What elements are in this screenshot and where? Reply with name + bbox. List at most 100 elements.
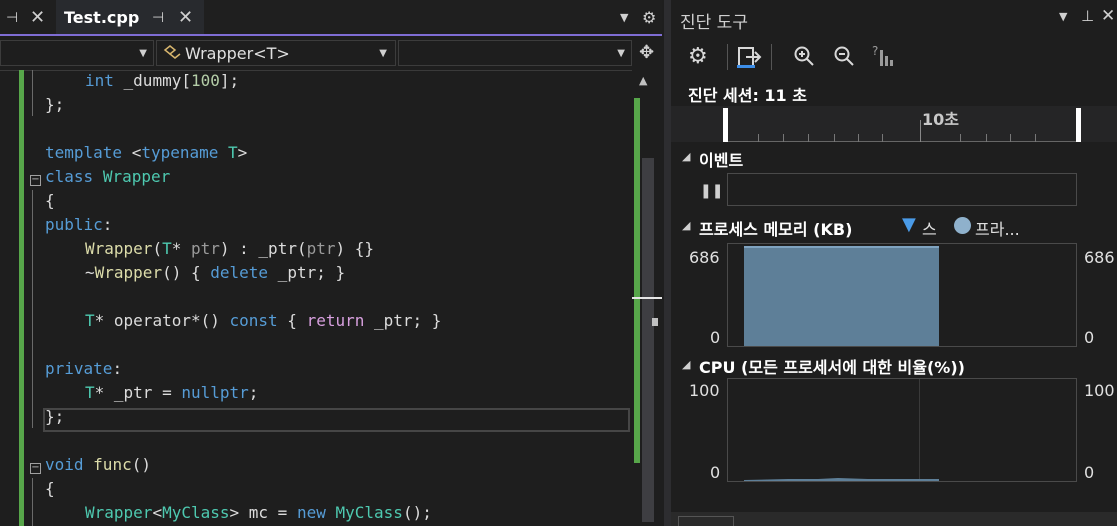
code-token: < xyxy=(122,143,142,162)
tab-summary[interactable] xyxy=(678,516,734,526)
code-token: : xyxy=(102,215,113,234)
code-text: int _dummy[100]; xyxy=(85,70,239,93)
code-line[interactable]: Wrapper(T* ptr) : _ptr(ptr) {} xyxy=(0,237,632,261)
tab-test-cpp[interactable]: Test.cpp ⊣ ✕ xyxy=(56,0,204,34)
events-track[interactable] xyxy=(727,173,1077,206)
selection-start-handle[interactable] xyxy=(723,108,728,142)
collapse-events-icon[interactable]: ◢ xyxy=(682,150,690,163)
code-line[interactable]: }; xyxy=(0,405,632,429)
code-token: < xyxy=(152,503,163,522)
collapse-cpu-icon[interactable]: ◢ xyxy=(682,358,690,371)
panel-bottom-tabs[interactable] xyxy=(671,512,1117,526)
snapshot-legend-icon: ▼ xyxy=(902,214,916,235)
code-line[interactable] xyxy=(0,333,632,357)
vertical-scrollbar[interactable]: ▲ xyxy=(632,70,662,526)
code-line[interactable]: void func() xyxy=(0,453,632,477)
code-token: ( xyxy=(152,239,163,258)
close-icon[interactable]: ✕ xyxy=(178,0,193,36)
tab-accent-line xyxy=(0,34,662,36)
memory-chart[interactable] xyxy=(727,243,1077,347)
code-token: class xyxy=(45,167,94,186)
code-token: MyClass xyxy=(335,503,403,522)
code-token: T xyxy=(162,239,172,258)
memory-axis-min-left: 0 xyxy=(710,328,721,347)
code-line[interactable]: int _dummy[100]; xyxy=(0,70,632,93)
scope-dropdown[interactable]: ▼ xyxy=(0,40,154,66)
code-line[interactable]: class Wrapper xyxy=(0,165,632,189)
code-line[interactable]: private: xyxy=(0,357,632,381)
close-icon[interactable]: ✕ xyxy=(1101,6,1115,26)
code-line[interactable] xyxy=(0,117,632,141)
scroll-up-icon[interactable]: ▲ xyxy=(639,74,647,87)
code-token: delete xyxy=(210,263,269,282)
function-dropdown[interactable]: ▼ xyxy=(398,40,632,66)
pin-icon[interactable]: ⊥ xyxy=(1081,7,1094,25)
memory-axis-max-left: 686 xyxy=(689,248,720,267)
code-token: typename xyxy=(141,143,219,162)
member-dropdown[interactable]: Wrapper<T> ▼ xyxy=(156,40,396,66)
code-token: T xyxy=(228,143,238,162)
code-line[interactable]: template <typename T> xyxy=(0,141,632,165)
select-tools-icon[interactable] xyxy=(737,46,763,68)
code-text: public: xyxy=(45,213,112,237)
close-icon[interactable]: ✕ xyxy=(30,0,45,36)
memory-legend-private: 프라... xyxy=(975,220,1020,239)
code-token: _ptr; } xyxy=(364,311,442,330)
code-token: const xyxy=(229,311,278,330)
pin-icon[interactable]: ⊣ xyxy=(152,0,164,36)
pause-icon[interactable]: ❚❚ xyxy=(700,183,723,199)
minor-tick xyxy=(1035,134,1036,142)
code-line[interactable] xyxy=(0,285,632,309)
code-line[interactable]: { xyxy=(0,189,632,213)
tab-list-dropdown-icon[interactable]: ▼ xyxy=(620,0,628,36)
memory-axis-max-right: 686 xyxy=(1084,248,1115,267)
change-marker-strip xyxy=(634,98,640,463)
chevron-down-icon: ▼ xyxy=(139,48,147,59)
split-view-icon[interactable]: ✥ xyxy=(639,42,654,63)
code-token: _ptr; } xyxy=(268,263,346,282)
navigation-bar: ▼ Wrapper<T> ▼ ▼ ✥ xyxy=(0,38,662,71)
code-line[interactable]: }; xyxy=(0,93,632,117)
member-dropdown-label: Wrapper<T> xyxy=(185,44,290,63)
code-token: nullptr xyxy=(181,383,249,402)
code-token: _dummy[ xyxy=(113,71,191,90)
timeline-ruler[interactable]: 10초 xyxy=(671,106,1117,142)
major-tick xyxy=(920,120,921,142)
code-area[interactable]: − − int _dummy[100];}; template <typename… xyxy=(0,70,632,526)
code-token: ptr xyxy=(306,239,336,258)
cpu-axis-max-right: 100 xyxy=(1084,381,1115,400)
code-text: ~Wrapper() { delete _ptr; } xyxy=(85,261,345,285)
code-editor[interactable]: ⊣ ✕ Test.cpp ⊣ ✕ ▼ ⚙ ▼ Wrapper<T> ▼ ▼ ✥ xyxy=(0,0,662,526)
panel-menu-dropdown-icon[interactable]: ▼ xyxy=(1059,10,1067,23)
code-line[interactable] xyxy=(0,429,632,453)
reset-view-icon[interactable]: ? xyxy=(871,44,895,68)
code-token: ) : _ptr( xyxy=(219,239,307,258)
code-line[interactable]: public: xyxy=(0,213,632,237)
gear-icon[interactable]: ⚙ xyxy=(642,0,656,36)
code-token: ) {} xyxy=(335,239,375,258)
code-line[interactable]: T* _ptr = nullptr; xyxy=(0,381,632,405)
code-line[interactable]: T* operator*() const { return _ptr; } xyxy=(0,309,632,333)
code-token: new xyxy=(296,503,326,522)
cpu-axis-min-left: 0 xyxy=(710,463,721,482)
code-text: void func() xyxy=(45,453,151,477)
selection-end-handle[interactable] xyxy=(1076,108,1081,142)
code-token: { xyxy=(45,191,55,210)
code-line[interactable]: ~Wrapper() { delete _ptr; } xyxy=(0,261,632,285)
code-token: Wrapper xyxy=(102,167,171,186)
collapse-memory-icon[interactable]: ◢ xyxy=(682,219,690,232)
code-text: class Wrapper xyxy=(45,165,170,189)
code-token: T xyxy=(85,383,95,402)
memory-legend-snapshot: 스 xyxy=(922,220,937,239)
pin-icon[interactable]: ⊣ xyxy=(6,0,18,36)
code-token: > xyxy=(237,143,248,162)
zoom-out-icon[interactable] xyxy=(833,45,855,67)
scrollbar-thumb[interactable] xyxy=(642,158,654,522)
code-line[interactable]: { xyxy=(0,477,632,501)
zoom-in-icon[interactable] xyxy=(793,45,815,67)
cpu-chart[interactable] xyxy=(727,378,1077,482)
code-line[interactable]: Wrapper<MyClass> mc = new MyClass(); xyxy=(0,501,632,525)
settings-gear-icon[interactable]: ⚙ xyxy=(688,44,708,69)
code-text: template <typename T> xyxy=(45,141,247,165)
